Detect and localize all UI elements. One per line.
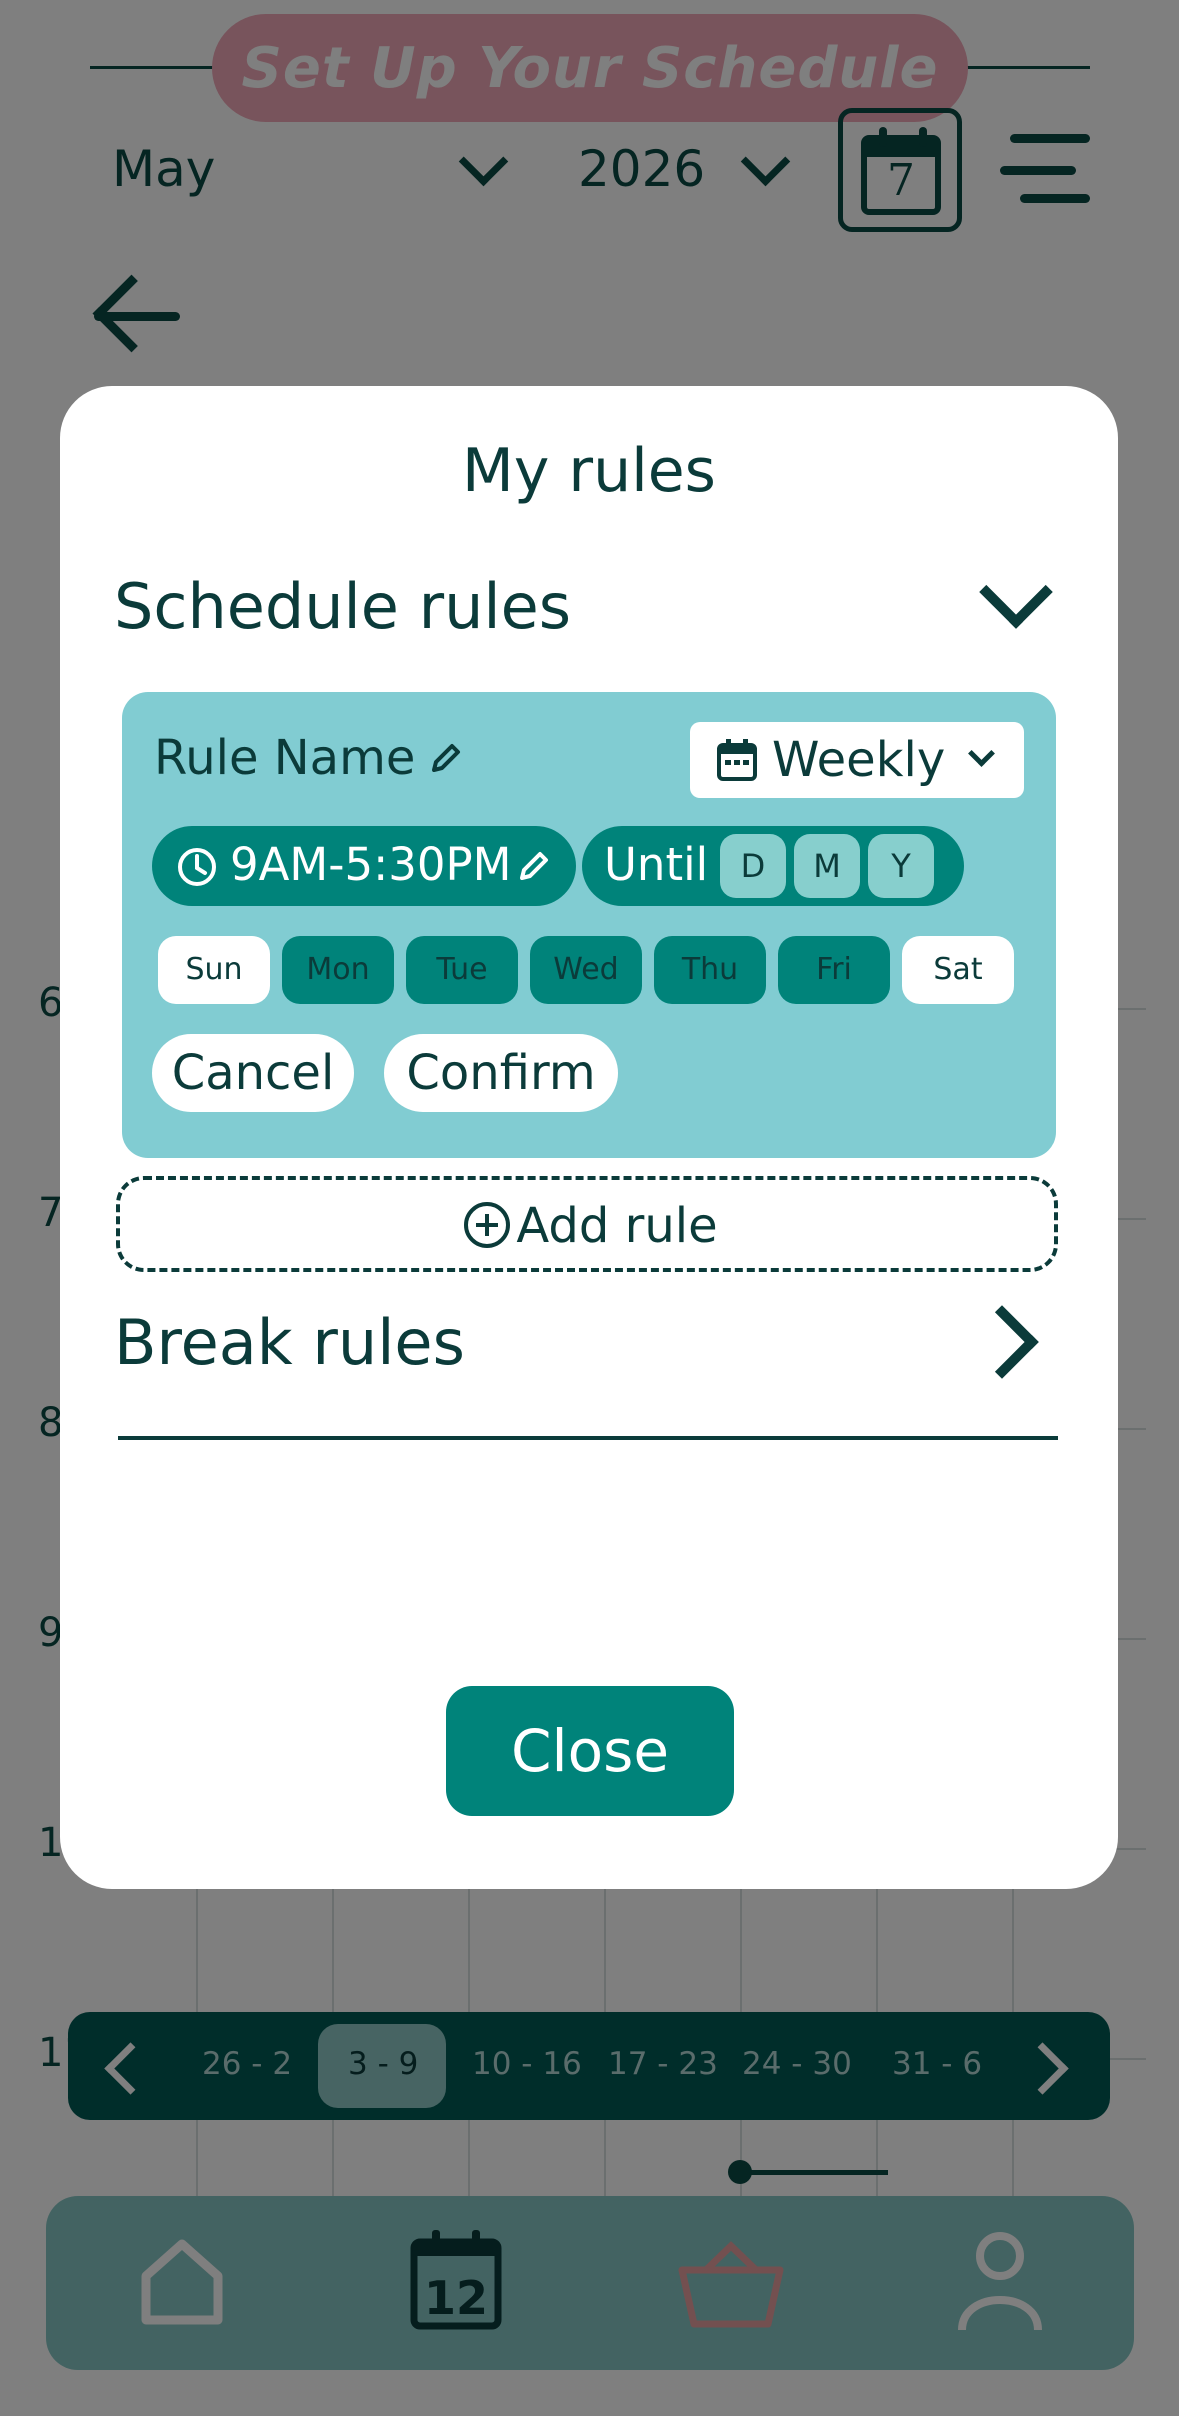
until-year-button[interactable]: Y bbox=[868, 834, 934, 898]
break-rules-chevron-right-icon[interactable] bbox=[965, 1305, 1039, 1379]
edit-pencil-icon bbox=[520, 852, 548, 880]
schedule-rules-header[interactable]: Schedule rules bbox=[114, 570, 571, 643]
day-toggle-sun[interactable]: Sun bbox=[158, 936, 270, 1004]
clock-icon bbox=[178, 848, 216, 886]
time-range-button[interactable]: 9AM-5:30PM bbox=[152, 826, 576, 906]
day-toggle-thu[interactable]: Thu bbox=[654, 936, 766, 1004]
add-rule-button[interactable]: Add rule bbox=[116, 1176, 1058, 1272]
until-selector: Until D M Y bbox=[582, 826, 964, 906]
day-toggle-sat[interactable]: Sat bbox=[902, 936, 1014, 1004]
chevron-down-icon bbox=[968, 740, 995, 767]
time-range-value: 9AM-5:30PM bbox=[230, 838, 512, 891]
day-toggle-fri[interactable]: Fri bbox=[778, 936, 890, 1004]
cancel-button[interactable]: Cancel bbox=[152, 1034, 354, 1112]
rule-editor-card: Rule Name Weekly 9AM-5:30PM Until D M Y … bbox=[122, 692, 1056, 1158]
confirm-button[interactable]: Confirm bbox=[384, 1034, 618, 1112]
until-month-button[interactable]: M bbox=[794, 834, 860, 898]
modal-title: My rules bbox=[462, 436, 716, 506]
until-label: Until bbox=[604, 838, 709, 891]
break-rules-header[interactable]: Break rules bbox=[114, 1306, 465, 1379]
rules-modal: My rules Schedule rules Rule Name Weekly bbox=[60, 386, 1118, 1889]
calendar-small-icon bbox=[717, 739, 757, 781]
section-divider bbox=[118, 1436, 1058, 1440]
frequency-value: Weekly bbox=[772, 732, 946, 788]
add-rule-label: Add rule bbox=[516, 1198, 718, 1254]
until-day-button[interactable]: D bbox=[720, 834, 786, 898]
day-toggle-mon[interactable]: Mon bbox=[282, 936, 394, 1004]
day-toggle-wed[interactable]: Wed bbox=[530, 936, 642, 1004]
close-button[interactable]: Close bbox=[446, 1686, 734, 1816]
schedule-rules-chevron-down-icon[interactable] bbox=[979, 555, 1053, 629]
edit-pencil-icon[interactable] bbox=[428, 740, 464, 776]
frequency-dropdown[interactable]: Weekly bbox=[690, 722, 1024, 798]
rule-name-label[interactable]: Rule Name bbox=[154, 730, 415, 786]
day-toggle-tue[interactable]: Tue bbox=[406, 936, 518, 1004]
